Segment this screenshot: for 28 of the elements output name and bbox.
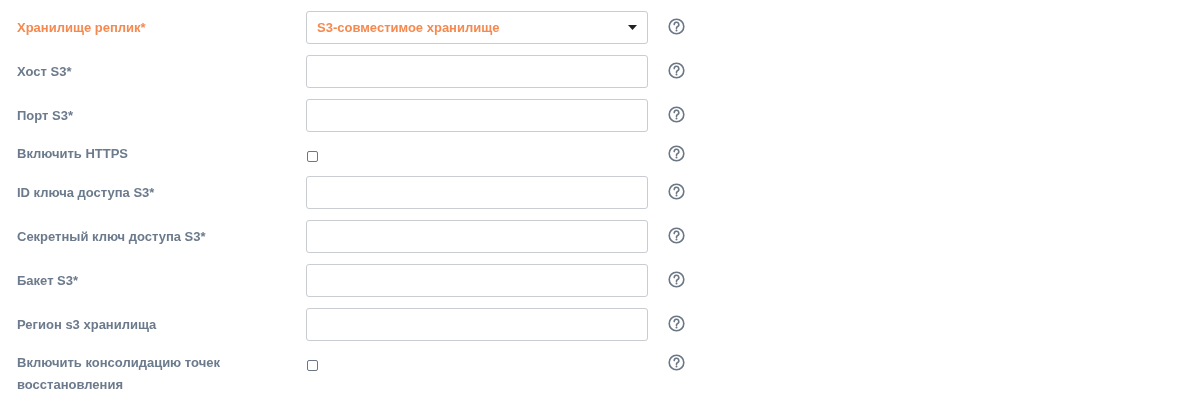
- storage-dropdown[interactable]: S3-совместимое хранилище: [306, 11, 648, 44]
- field-label: Секретный ключ доступа S3*: [17, 228, 207, 246]
- help-icon[interactable]: [668, 315, 685, 332]
- input-field[interactable]: [306, 264, 648, 297]
- input-field[interactable]: [306, 220, 648, 253]
- checkbox[interactable]: [307, 360, 318, 371]
- help-icon[interactable]: [668, 183, 685, 200]
- input-field[interactable]: [306, 55, 648, 88]
- field-label: Хранилище реплик*: [17, 19, 147, 37]
- field-label: Бакет S3*: [17, 272, 80, 290]
- input-field[interactable]: [306, 176, 648, 209]
- field-label: Регион s3 хранилища: [17, 316, 158, 334]
- field-label: ID ключа доступа S3*: [17, 184, 156, 202]
- help-icon[interactable]: [668, 106, 685, 123]
- help-icon[interactable]: [668, 145, 685, 162]
- field-label: Порт S3*: [17, 107, 74, 125]
- caret-icon: [628, 25, 637, 30]
- checkbox[interactable]: [307, 151, 318, 162]
- field-label: Включить консолидацию точек восстановления: [17, 354, 221, 394]
- field-label: Хост S3*: [17, 63, 73, 81]
- help-icon[interactable]: [668, 271, 685, 288]
- help-icon[interactable]: [668, 227, 685, 244]
- help-icon[interactable]: [668, 18, 685, 35]
- input-field[interactable]: [306, 99, 648, 132]
- input-field[interactable]: [306, 308, 648, 341]
- help-icon[interactable]: [668, 62, 685, 79]
- field-label: Включить HTTPS: [17, 145, 130, 163]
- help-icon[interactable]: [668, 354, 685, 371]
